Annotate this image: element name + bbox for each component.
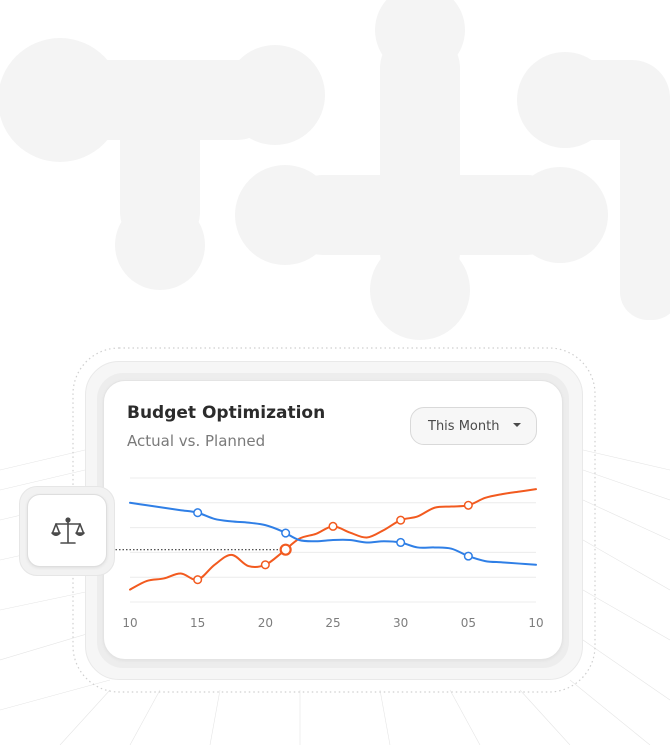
chart-series [129, 488, 537, 591]
line-chart: 10 15 20 25 30 05 10 [112, 477, 544, 630]
scale-icon [51, 517, 85, 544]
x-tick-label: 25 [325, 616, 340, 630]
crosshair-point[interactable] [279, 543, 292, 556]
x-tick-label: 15 [190, 616, 205, 630]
data-point[interactable] [328, 521, 338, 531]
data-point[interactable] [281, 528, 291, 538]
data-point[interactable] [193, 508, 203, 518]
x-axis-ticks: 10 15 20 25 30 05 10 [122, 616, 543, 630]
data-point[interactable] [463, 551, 473, 561]
series-line-1 [129, 501, 537, 566]
x-tick-label: 05 [461, 616, 476, 630]
data-point[interactable] [463, 500, 473, 510]
data-point[interactable] [260, 560, 270, 570]
chart-markers [193, 500, 473, 585]
x-tick-label: 20 [258, 616, 273, 630]
data-point[interactable] [396, 515, 406, 525]
x-tick-label: 30 [393, 616, 408, 630]
x-tick-label: 10 [528, 616, 543, 630]
data-point[interactable] [193, 575, 203, 585]
data-point[interactable] [396, 537, 406, 548]
x-tick-label: 10 [122, 616, 137, 630]
side-badge[interactable] [27, 494, 107, 567]
